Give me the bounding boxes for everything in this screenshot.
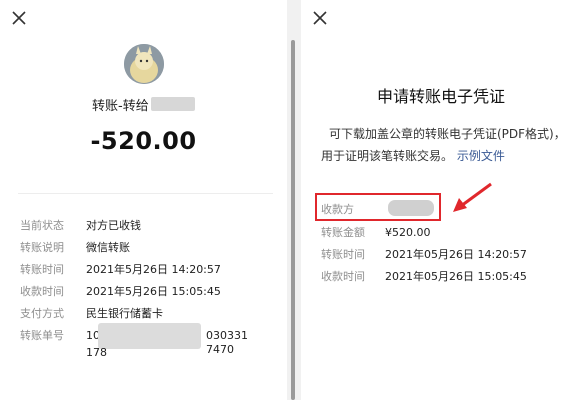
- detail-label: 支付方式: [20, 307, 64, 320]
- highlight-box: [315, 193, 441, 221]
- payee-row: 转账-转给: [92, 95, 195, 114]
- transfer-detail-panel: 转账-转给 -520.00 当前状态 对方已收钱 转账说明 微信转账 转账时间 …: [0, 0, 287, 400]
- detail-row-status: 当前状态 对方已收钱: [20, 219, 282, 233]
- detail-value: ¥520.00: [385, 226, 431, 239]
- detail-label: 收款时间: [20, 285, 64, 298]
- close-icon[interactable]: [311, 9, 329, 27]
- detail-label: 收款时间: [321, 270, 365, 283]
- transfer-amount: -520.00: [90, 127, 197, 155]
- detail-value: 2021年5月26日 15:05:45: [86, 285, 221, 298]
- description: 可下载加盖公章的转账电子凭证(PDF格式)，用于证明该笔转账交易。 示例文件: [321, 123, 569, 167]
- transaction-id: 10 0303317470: [86, 323, 254, 356]
- detail-row-note: 转账说明 微信转账: [20, 241, 282, 255]
- detail-value: 民生银行储蓄卡: [86, 307, 163, 320]
- sample-file-link[interactable]: 示例文件: [457, 149, 505, 163]
- detail-row-transaction-id-cont: 178: [20, 346, 282, 360]
- close-icon[interactable]: [10, 9, 28, 27]
- detail-value: 2021年05月26日 15:05:45: [385, 270, 527, 283]
- detail-value: 微信转账: [86, 241, 130, 254]
- transaction-id-line2: 178: [86, 346, 107, 359]
- description-text: 可下载加盖公章的转账电子凭证(PDF格式)，用于证明该笔转账交易。: [321, 127, 566, 163]
- detail-row-amount: 转账金额 ¥520.00: [321, 226, 571, 240]
- divider: [18, 193, 273, 194]
- detail-row-transfer-time: 转账时间 2021年5月26日 14:20:57: [20, 263, 282, 277]
- detail-label: 转账时间: [20, 263, 64, 276]
- detail-row-transfer-time: 转账时间 2021年05月26日 14:20:57: [321, 248, 571, 262]
- avatar: [124, 44, 164, 84]
- red-arrow-icon: [453, 182, 492, 212]
- detail-row-transaction-id: 转账单号 10 0303317470: [20, 323, 282, 356]
- detail-label: 转账时间: [321, 248, 365, 261]
- scrollbar[interactable]: [291, 40, 295, 400]
- detail-value: 2021年5月26日 14:20:57: [86, 263, 221, 276]
- redacted-name: [150, 97, 195, 111]
- detail-value: 对方已收钱: [86, 219, 141, 232]
- detail-row-payment-method: 支付方式 民生银行储蓄卡: [20, 307, 282, 321]
- detail-row-receive-time: 收款时间 2021年5月26日 15:05:45: [20, 285, 282, 299]
- detail-label: 转账单号: [20, 329, 64, 342]
- detail-row-receive-time: 收款时间 2021年05月26日 15:05:45: [321, 270, 571, 284]
- detail-value: 2021年05月26日 14:20:57: [385, 248, 527, 261]
- detail-label: 转账金额: [321, 226, 365, 239]
- detail-label: 当前状态: [20, 219, 64, 232]
- panel-divider: [287, 0, 301, 400]
- payee-label: 转账-转给: [92, 98, 149, 114]
- page-title: 申请转账电子凭证: [376, 87, 505, 106]
- voucher-request-panel: 申请转账电子凭证 可下载加盖公章的转账电子凭证(PDF格式)，用于证明该笔转账交…: [301, 0, 581, 400]
- detail-label: 转账说明: [20, 241, 64, 254]
